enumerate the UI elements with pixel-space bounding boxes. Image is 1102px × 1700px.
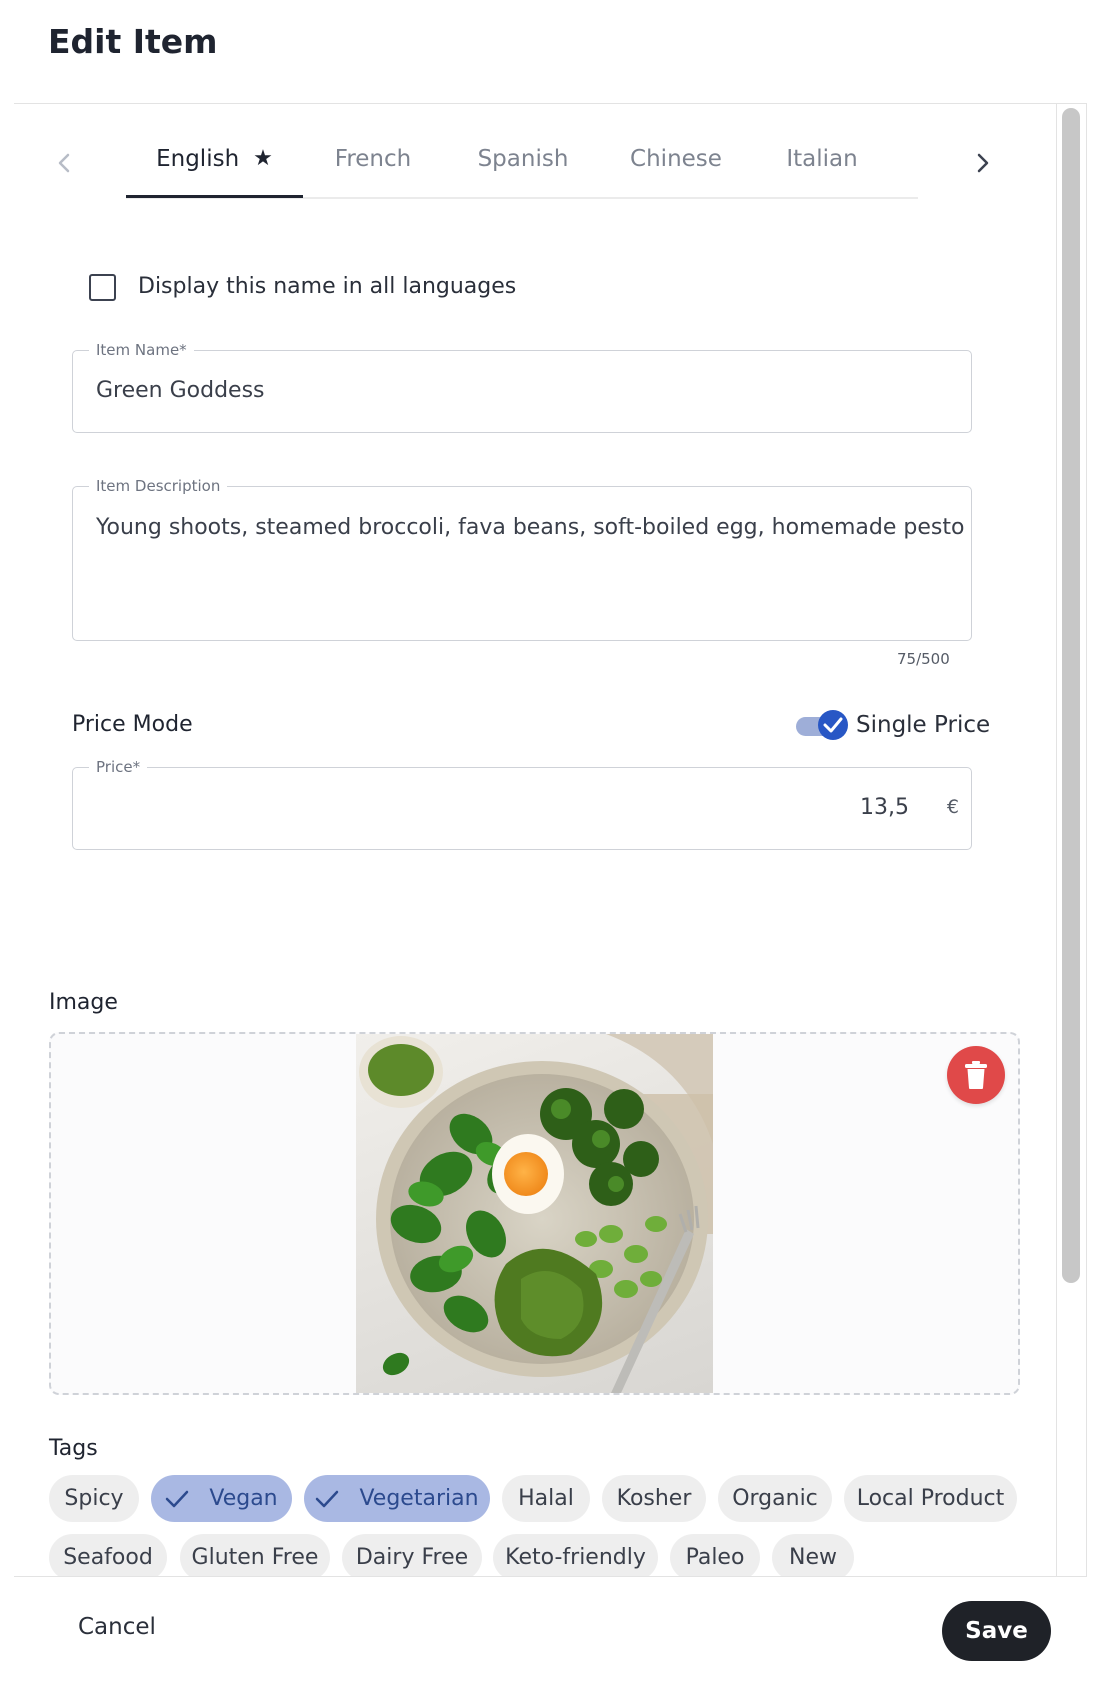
save-button[interactable]: Save	[942, 1601, 1051, 1661]
cancel-button[interactable]: Cancel	[78, 1614, 156, 1640]
dialog-footer	[14, 1576, 1087, 1700]
item-description-value: Young shoots, steamed broccoli, fava bea…	[96, 515, 965, 540]
tags-label: Tags	[49, 1436, 98, 1461]
item-name-value: Green Goddess	[96, 378, 265, 403]
tag-label: Kosher	[616, 1486, 692, 1511]
tag-chip-dairy-free[interactable]: Dairy Free	[342, 1534, 482, 1581]
tag-label: Halal	[518, 1486, 574, 1511]
tag-chip-organic[interactable]: Organic	[718, 1475, 832, 1522]
tag-chip-kosher[interactable]: Kosher	[602, 1475, 706, 1522]
page-title: Edit Item	[48, 22, 218, 61]
tag-chip-spicy[interactable]: Spicy	[49, 1475, 139, 1522]
tab-label: Chinese	[630, 146, 722, 172]
tag-chip-vegan[interactable]: Vegan	[151, 1475, 292, 1522]
tag-chip-seafood[interactable]: Seafood	[49, 1534, 167, 1581]
active-tab-indicator	[126, 195, 303, 198]
tag-label: Vegan	[209, 1486, 278, 1511]
tab-spanish[interactable]: Spanish	[453, 146, 593, 196]
toggle-check-icon	[818, 710, 848, 740]
tag-label: Vegetarian	[359, 1486, 479, 1511]
default-language-star-icon: ★	[253, 146, 273, 171]
tag-label: Spicy	[64, 1486, 124, 1511]
tab-french[interactable]: French	[303, 146, 443, 196]
tag-chip-local-product[interactable]: Local Product	[844, 1475, 1017, 1522]
tab-chinese[interactable]: Chinese	[603, 146, 749, 196]
tabs-next-chevron-right-icon[interactable]	[968, 146, 998, 180]
check-icon	[316, 1490, 339, 1507]
tag-label: Dairy Free	[355, 1545, 469, 1570]
single-price-label: Single Price	[856, 712, 991, 738]
tag-chip-gluten-free[interactable]: Gluten Free	[180, 1534, 330, 1581]
tag-label: Keto-friendly	[505, 1545, 646, 1570]
tag-chip-vegetarian[interactable]: Vegetarian	[304, 1475, 490, 1522]
price-value: 13,5	[860, 795, 909, 820]
delete-image-button[interactable]	[947, 1046, 1005, 1104]
image-label: Image	[49, 990, 118, 1015]
tab-label: Italian	[786, 146, 858, 172]
tab-label: English	[156, 146, 240, 172]
panel-divider	[1056, 103, 1057, 1577]
item-name-field[interactable]: Item Name* Green Goddess	[72, 341, 972, 433]
tag-chip-keto-friendly[interactable]: Keto-friendly	[493, 1534, 658, 1581]
item-description-label: Item Description	[89, 477, 228, 495]
description-char-counter: 75/500	[897, 650, 950, 668]
item-name-label: Item Name*	[89, 341, 194, 359]
tag-label: Paleo	[685, 1545, 745, 1570]
tag-chip-halal[interactable]: Halal	[502, 1475, 590, 1522]
tag-label: Gluten Free	[191, 1545, 319, 1570]
tab-label: Spanish	[477, 146, 569, 172]
check-icon	[166, 1490, 189, 1507]
tag-label: Seafood	[63, 1545, 153, 1570]
display-all-languages-label: Display this name in all languages	[138, 274, 517, 299]
price-field[interactable]: Price* 13,5 €	[72, 758, 972, 850]
panel-border	[1086, 103, 1087, 1577]
scrollbar-thumb[interactable]	[1062, 108, 1080, 1283]
single-price-toggle[interactable]	[796, 710, 852, 740]
tab-english[interactable]: English ★	[126, 146, 303, 196]
trash-icon	[965, 1061, 987, 1089]
tag-label: New	[789, 1545, 837, 1570]
tag-label: Local Product	[856, 1486, 1005, 1511]
item-image	[356, 1034, 713, 1393]
tabs-prev-chevron-left-icon[interactable]	[49, 146, 79, 180]
display-all-languages-checkbox[interactable]	[89, 274, 116, 301]
item-description-field[interactable]: Item Description Young shoots, steamed b…	[72, 477, 972, 641]
price-mode-label: Price Mode	[72, 712, 193, 737]
currency-symbol: €	[946, 796, 959, 818]
price-label: Price*	[89, 758, 148, 776]
tag-chip-paleo[interactable]: Paleo	[670, 1534, 760, 1581]
tab-italian[interactable]: Italian	[752, 146, 892, 196]
tag-chip-new[interactable]: New	[772, 1534, 854, 1581]
tag-label: Organic	[732, 1486, 818, 1511]
tab-label: French	[334, 146, 412, 172]
